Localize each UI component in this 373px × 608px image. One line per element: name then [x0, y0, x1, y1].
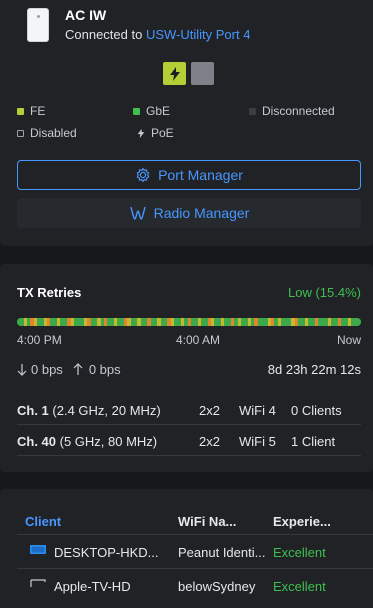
- channel-number: Ch. 1: [17, 403, 49, 418]
- channel-wifi: WiFi 4: [239, 403, 276, 418]
- device-name: AC IW: [65, 7, 107, 23]
- legend-disabled: Disabled: [17, 126, 77, 140]
- radio-manager-label: Radio Manager: [153, 205, 250, 221]
- connection-status: Connected to USW-Utility Port 4: [65, 27, 250, 42]
- lightning-icon: [169, 66, 180, 81]
- client-experience: Excellent: [273, 579, 326, 594]
- legend-label: Disconnected: [262, 104, 335, 118]
- clients-card: Client WiFi Na... Experie... DESKTOP-HKD…: [0, 489, 373, 608]
- port-1[interactable]: [163, 62, 186, 85]
- table-row[interactable]: DESKTOP-HKD... Peanut Identi... Excellen…: [17, 537, 373, 567]
- legend-label: PoE: [151, 126, 174, 140]
- port-2[interactable]: [191, 62, 214, 85]
- channel-detail: (2.4 GHz, 20 MHz): [48, 403, 161, 418]
- client-wifi: belowSydney: [178, 579, 256, 594]
- client-name: DESKTOP-HKD...: [54, 545, 159, 560]
- radio-manager-button[interactable]: Radio Manager: [17, 198, 361, 228]
- divider: [17, 455, 361, 456]
- client-name: Apple-TV-HD: [54, 579, 131, 594]
- connected-prefix: Connected to: [65, 27, 146, 42]
- legend-swatch: [249, 107, 256, 115]
- divider: [17, 534, 373, 535]
- channel-detail: (5 GHz, 80 MHz): [56, 434, 158, 449]
- table-row[interactable]: Apple-TV-HD belowSydney Excellent: [17, 571, 373, 601]
- divider: [17, 424, 361, 425]
- port-manager-button[interactable]: Port Manager: [17, 160, 361, 190]
- timeline-start-label: 4:00 PM: [17, 333, 62, 347]
- timeline-segment: [358, 318, 361, 326]
- channel-mimo: 2x2: [199, 434, 220, 449]
- legend-swatch: [17, 107, 24, 115]
- channel-wifi: WiFi 5: [239, 434, 276, 449]
- uplink-link[interactable]: USW-Utility Port 4: [146, 27, 251, 42]
- legend-label: Disabled: [30, 126, 77, 140]
- legend-swatch: [17, 129, 24, 137]
- upload-rate: 0 bps: [88, 362, 121, 377]
- legend-gbe: GbE: [133, 104, 170, 118]
- column-header-experience[interactable]: Experie...: [273, 514, 331, 529]
- channel-row: Ch. 40 (5 GHz, 80 MHz) 2x2 WiFi 5 1 Clie…: [17, 434, 361, 462]
- channel-clients: 1 Client: [291, 434, 336, 449]
- legend-disconnected: Disconnected: [249, 104, 335, 118]
- lightning-icon: [137, 128, 145, 138]
- arrow-down-icon: [17, 364, 27, 376]
- tx-retries-timeline[interactable]: [17, 318, 361, 326]
- legend-poe: PoE: [137, 126, 174, 140]
- desktop-icon: [30, 545, 46, 554]
- legend-fe: FE: [17, 104, 45, 118]
- legend-label: GbE: [146, 104, 171, 118]
- tv-icon: [30, 579, 46, 587]
- channel-mimo: 2x2: [199, 403, 220, 418]
- timeline-mid-label: 4:00 AM: [176, 333, 221, 347]
- download-rate: 0 bps: [31, 362, 63, 377]
- client-wifi: Peanut Identi...: [178, 545, 266, 560]
- channel-number: Ch. 40: [17, 434, 57, 449]
- legend-label: FE: [30, 104, 46, 118]
- gear-icon: [136, 167, 150, 183]
- uptime: 8d 23h 22m 12s: [267, 362, 361, 377]
- radio-wave-icon: [129, 206, 146, 220]
- device-card: AC IW Connected to USW-Utility Port 4 FE…: [0, 0, 373, 246]
- port-diagram: [163, 62, 214, 85]
- tx-retries-card: TX Retries Low (15.4%) 4:00 PM 4:00 AM N…: [0, 264, 373, 472]
- legend-swatch: [133, 107, 140, 115]
- tx-retries-status: Low (15.4%): [288, 285, 361, 300]
- tx-retries-title: TX Retries: [17, 285, 82, 300]
- divider: [17, 568, 373, 569]
- channel-row: Ch. 1 (2.4 GHz, 20 MHz) 2x2 WiFi 4 0 Cli…: [17, 403, 361, 431]
- column-header-client[interactable]: Client: [25, 514, 61, 529]
- arrow-up-icon: [73, 363, 83, 375]
- throughput: 0 bps 0 bps: [17, 362, 121, 377]
- channel-clients: 0 Clients: [291, 403, 342, 418]
- access-point-icon: [27, 8, 49, 42]
- column-header-wifi-name[interactable]: WiFi Na...: [178, 514, 236, 529]
- client-experience: Excellent: [273, 545, 326, 560]
- timeline-end-label: Now: [336, 333, 361, 347]
- port-manager-label: Port Manager: [158, 167, 243, 183]
